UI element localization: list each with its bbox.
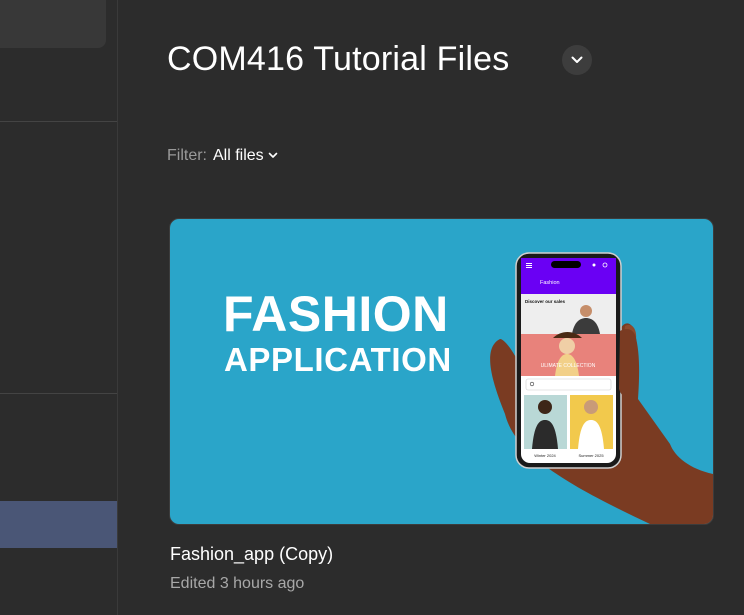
sidebar	[0, 0, 118, 615]
sidebar-divider	[0, 393, 117, 394]
file-name[interactable]: Fashion_app (Copy)	[170, 544, 333, 565]
phone-product-label: Winter 2024	[534, 453, 556, 458]
phone-banner-text: ULIMATE COLLECTION	[541, 363, 596, 369]
file-edited-time: Edited 3 hours ago	[170, 575, 305, 592]
phone-mockup-illustration: Fashion Discover our sales ULIMATE COLLE…	[490, 252, 713, 524]
phone-section-title: Discover our sales	[525, 299, 566, 304]
chevron-down-icon	[571, 56, 583, 63]
chevron-down-icon	[268, 152, 277, 159]
filter-label: Filter:	[167, 147, 207, 164]
filter-value: All files	[213, 147, 264, 164]
phone-product-label: Summer 2025	[578, 453, 604, 458]
sidebar-search-box[interactable]	[0, 0, 106, 48]
page-title: COM416 Tutorial Files	[167, 40, 510, 78]
filter-bar: Filter: All files	[167, 147, 278, 165]
title-dropdown-button[interactable]	[562, 45, 592, 75]
main-content: COM416 Tutorial Files Filter: All files F…	[118, 0, 744, 615]
phone-app-title: Fashion	[540, 280, 560, 286]
filter-dropdown[interactable]: All files	[213, 147, 278, 164]
sidebar-divider	[0, 121, 117, 122]
sidebar-item-active[interactable]	[0, 501, 117, 548]
file-card[interactable]: FASHION APPLICATION Fashion Discover our…	[169, 218, 714, 525]
